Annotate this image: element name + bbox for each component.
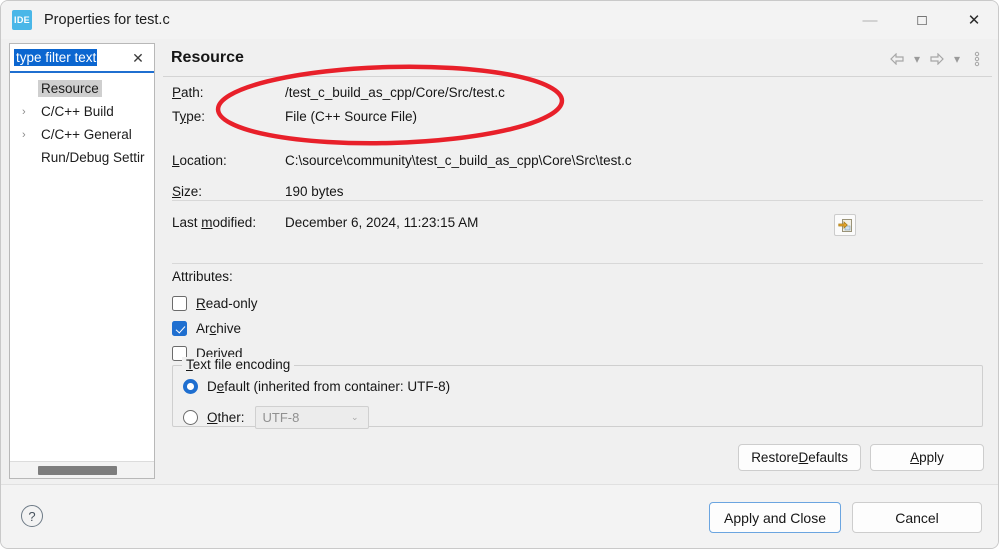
info-label: Size: [172, 184, 285, 199]
page-header: Resource ▾ ▾ [163, 43, 992, 76]
page-title: Resource [171, 49, 244, 67]
tree-item-resource[interactable]: Resource [10, 77, 154, 100]
radio-other-encoding-row[interactable]: Other: UTF-8 ⌄ [183, 406, 369, 429]
cancel-button[interactable]: Cancel [852, 502, 982, 533]
checkbox-read-only[interactable]: Read-only [172, 291, 258, 316]
checkbox-archive[interactable]: Archive [172, 316, 258, 341]
footer-buttons: Apply and Close Cancel [709, 502, 982, 533]
attributes-title: Attributes: [172, 269, 258, 284]
minimize-button[interactable]: — [844, 1, 896, 39]
group-legend: Text file encoding [182, 357, 294, 372]
encoding-select-value: UTF-8 [263, 410, 300, 425]
tree-item-c-cpp-general[interactable]: › C/C++ General [10, 123, 154, 146]
checkbox-box[interactable] [172, 296, 187, 311]
info-value-last-modified: December 6, 2024, 11:23:15 AM [285, 215, 478, 230]
info-row-type: Type: File (C++ Source File) [172, 109, 982, 133]
info-label: Path: [172, 85, 285, 100]
page-toolbar: ▾ ▾ [888, 49, 986, 69]
restore-defaults-button[interactable]: Restore Defaults [738, 444, 861, 471]
info-value-location: C:\source\community\test_c_build_as_cpp\… [285, 153, 632, 168]
clear-filter-icon[interactable]: ✕ [128, 48, 148, 68]
tree-item-label: Run/Debug Settir [38, 149, 148, 166]
window-controls: — □ ✕ [844, 1, 999, 39]
forward-dropdown-icon[interactable]: ▾ [948, 49, 966, 69]
checkbox-label: Read-only [196, 296, 258, 311]
resource-info-list: Path: /test_c_build_as_cpp/Core/Src/test… [172, 85, 982, 239]
apply-and-close-button[interactable]: Apply and Close [709, 502, 841, 533]
filter-field-wrapper[interactable]: type filter text ✕ [10, 44, 154, 73]
view-menu-icon[interactable] [968, 49, 986, 69]
maximize-button[interactable]: □ [896, 1, 948, 39]
info-value-size: 190 bytes [285, 184, 344, 199]
info-row-location: Location: C:\source\community\test_c_bui… [172, 153, 982, 177]
info-row-last-modified: Last modified: December 6, 2024, 11:23:1… [172, 215, 982, 239]
tree-item-run-debug-settings[interactable]: Run/Debug Settir [10, 146, 154, 169]
settings-tree: Resource › C/C++ Build › C/C++ General R… [10, 73, 154, 169]
page-action-buttons: Restore Defaults Apply [738, 444, 984, 471]
radio-button-selected[interactable] [183, 379, 198, 394]
info-value-type: File (C++ Source File) [285, 109, 417, 124]
text-file-encoding-group: Text file encoding Default (inherited fr… [172, 365, 983, 427]
radio-label: Default (inherited from container: UTF-8… [207, 379, 450, 394]
chevron-down-icon[interactable]: ⌄ [351, 412, 359, 423]
search-input[interactable]: type filter text [14, 49, 97, 66]
info-row-size: Size: 190 bytes [172, 184, 982, 208]
settings-tree-panel: type filter text ✕ Resource › C/C++ Buil… [9, 43, 155, 479]
app-icon: IDE [12, 10, 32, 30]
info-label: Location: [172, 153, 285, 168]
checkbox-box-checked[interactable] [172, 321, 187, 336]
chevron-right-icon[interactable]: › [22, 106, 38, 118]
apply-button[interactable]: Apply [870, 444, 984, 471]
tree-item-label: Resource [38, 80, 102, 97]
chevron-right-icon[interactable]: › [22, 129, 38, 141]
divider-1 [172, 200, 983, 201]
scrollbar-thumb[interactable] [38, 466, 117, 475]
title-bar: IDE Properties for test.c — □ ✕ [1, 1, 999, 39]
tree-item-label: C/C++ General [38, 126, 135, 143]
divider-2 [172, 263, 983, 264]
close-button[interactable]: ✕ [948, 1, 999, 39]
help-icon[interactable]: ? [21, 505, 43, 527]
checkbox-label: Archive [196, 321, 241, 336]
window-title: Properties for test.c [44, 12, 170, 28]
tree-horizontal-scrollbar[interactable] [10, 461, 154, 478]
page-body: Path: /test_c_build_as_cpp/Core/Src/test… [163, 77, 992, 479]
open-location-icon[interactable] [834, 214, 856, 236]
forward-arrow-icon[interactable] [928, 49, 946, 69]
tree-item-c-cpp-build[interactable]: › C/C++ Build [10, 100, 154, 123]
attributes-section: Attributes: Read-only Archive Derived [172, 269, 258, 366]
radio-button[interactable] [183, 410, 198, 425]
radio-label: Other: [207, 410, 245, 425]
info-label: Last modified: [172, 215, 285, 230]
resource-page: Resource ▾ ▾ [163, 43, 992, 479]
info-row-path: Path: /test_c_build_as_cpp/Core/Src/test… [172, 85, 982, 109]
radio-default-encoding[interactable]: Default (inherited from container: UTF-8… [183, 379, 450, 394]
encoding-select[interactable]: UTF-8 ⌄ [255, 406, 369, 429]
dialog-footer: ? Apply and Close Cancel [1, 484, 999, 548]
back-dropdown-icon[interactable]: ▾ [908, 49, 926, 69]
tree-item-label: C/C++ Build [38, 103, 117, 120]
back-arrow-icon[interactable] [888, 49, 906, 69]
info-value-path: /test_c_build_as_cpp/Core/Src/test.c [285, 85, 505, 100]
info-label: Type: [172, 109, 285, 124]
properties-dialog: IDE Properties for test.c — □ ✕ type fil… [0, 0, 999, 549]
